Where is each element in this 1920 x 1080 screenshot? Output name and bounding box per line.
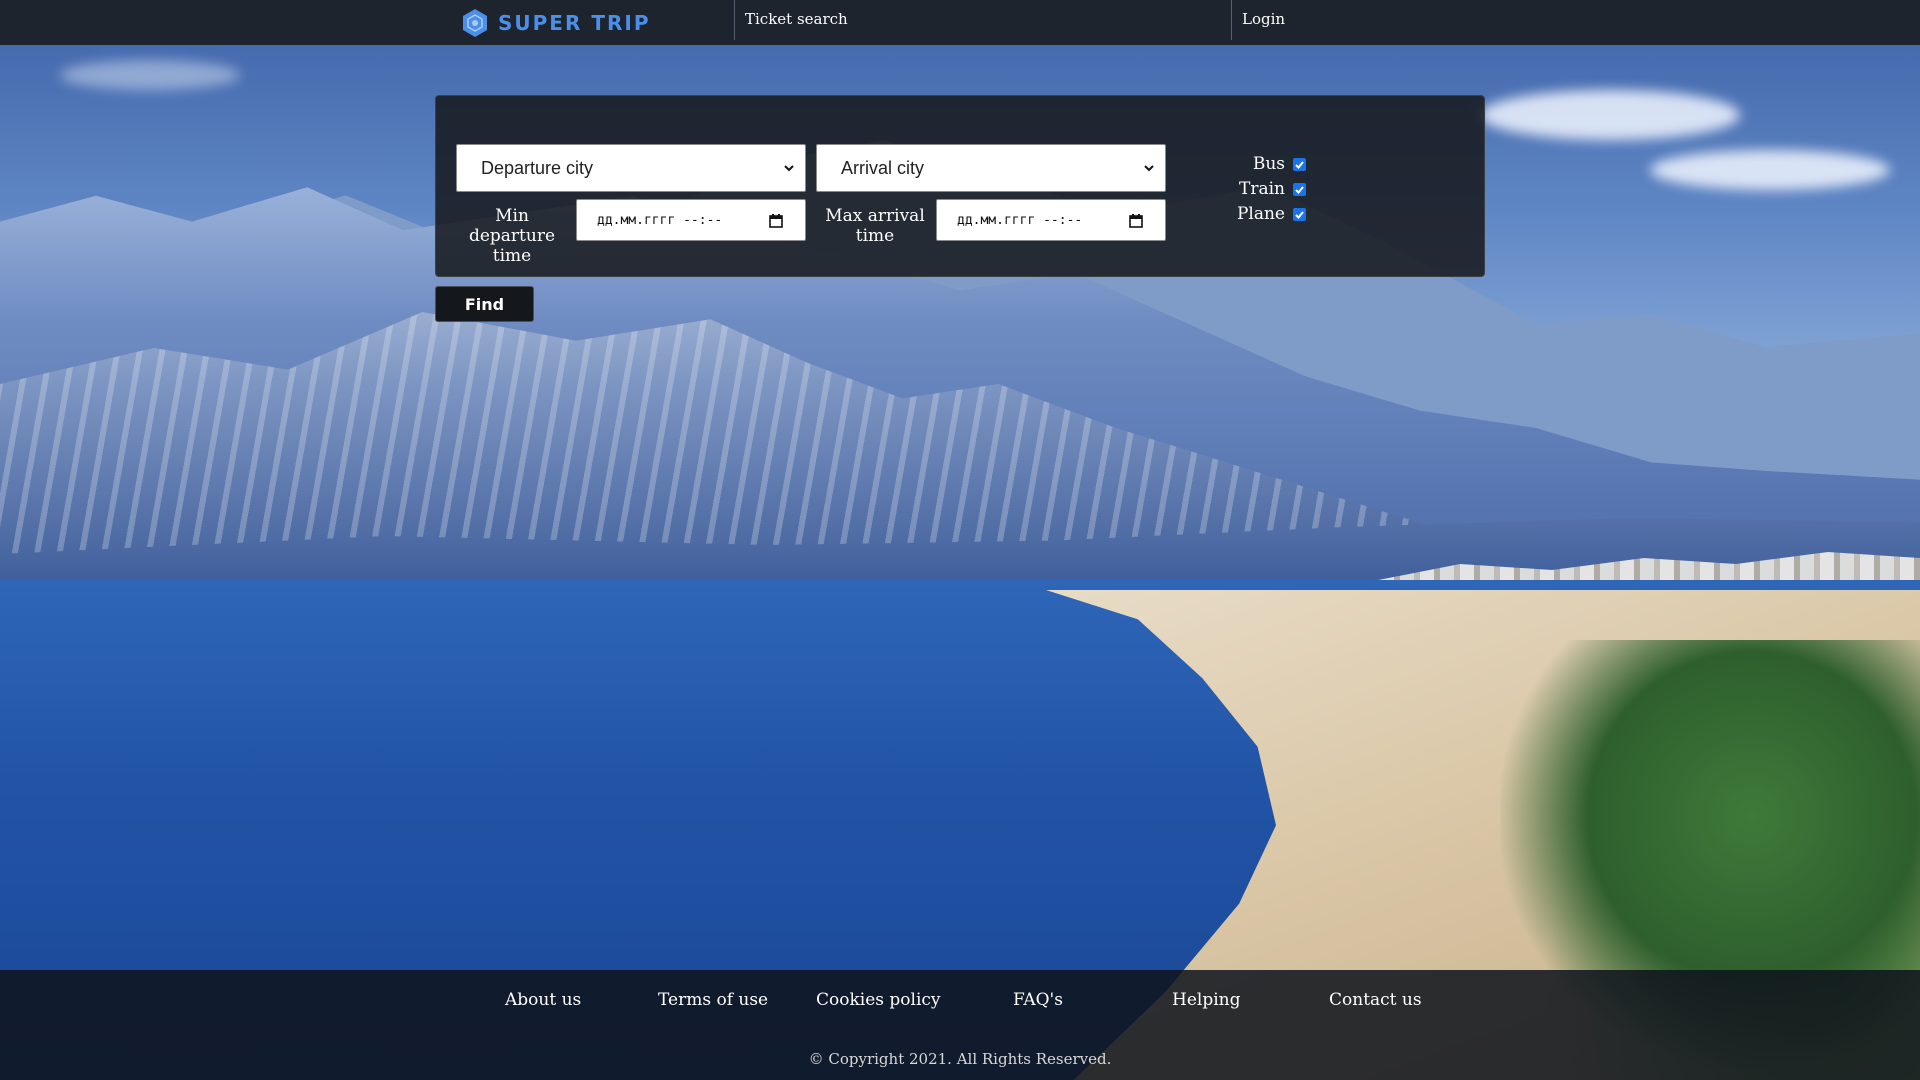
find-button[interactable]: Find — [435, 286, 534, 322]
top-nav-bar: SUPER TRIP Ticket search Login — [0, 0, 1920, 45]
min-departure-input[interactable]: дд.мм.гггг --:-- — [576, 199, 806, 241]
arrival-city-select[interactable]: Arrival city — [816, 144, 1166, 192]
footer-link-about-us[interactable]: About us — [505, 990, 581, 1010]
plane-checkbox[interactable] — [1293, 207, 1306, 221]
departure-city-value: Departure city — [481, 157, 594, 178]
max-arrival-input[interactable]: дд.мм.гггг --:-- — [936, 199, 1166, 241]
footer: About us Terms of use Cookies policy FAQ… — [0, 970, 1920, 1080]
calendar-icon[interactable] — [769, 213, 783, 228]
footer-link-faqs[interactable]: FAQ's — [1013, 990, 1063, 1010]
search-panel: Departure city Arrival city Min departur… — [435, 95, 1485, 277]
nav-divider — [1231, 0, 1232, 40]
max-arrival-label: Max arrival time — [825, 206, 925, 246]
calendar-icon[interactable] — [1129, 213, 1143, 228]
transport-option-train[interactable]: Train — [1226, 178, 1306, 200]
transport-label: Train — [1239, 179, 1285, 199]
cloud — [60, 60, 240, 90]
max-arrival-placeholder: дд.мм.гггг --:-- — [957, 212, 1083, 228]
footer-link-terms-of-use[interactable]: Terms of use — [658, 990, 768, 1010]
transport-option-bus[interactable]: Bus — [1226, 153, 1306, 175]
copyright-text: © Copyright 2021. All Rights Reserved. — [808, 1050, 1112, 1068]
nav-ticket-search[interactable]: Ticket search — [745, 10, 848, 28]
nav-login[interactable]: Login — [1242, 10, 1285, 28]
check-icon — [1295, 160, 1304, 169]
train-checkbox[interactable] — [1293, 182, 1306, 196]
transport-option-plane[interactable]: Plane — [1226, 203, 1306, 225]
check-icon — [1295, 210, 1304, 219]
nav-divider — [734, 0, 735, 40]
min-departure-placeholder: дд.мм.гггг --:-- — [597, 212, 723, 228]
departure-city-select[interactable]: Departure city — [456, 144, 806, 192]
cloud — [1650, 150, 1890, 190]
hexagon-logo-icon — [463, 8, 487, 37]
transport-label: Plane — [1236, 204, 1285, 224]
check-icon — [1295, 185, 1304, 194]
cloud — [1480, 90, 1740, 140]
footer-link-contact-us[interactable]: Contact us — [1329, 990, 1422, 1010]
chevron-down-icon — [784, 165, 794, 172]
transport-label: Bus — [1252, 154, 1285, 174]
min-departure-label: Min departure time — [468, 206, 556, 266]
arrival-city-value: Arrival city — [841, 157, 925, 178]
chevron-down-icon — [1144, 165, 1154, 172]
bus-checkbox[interactable] — [1293, 157, 1306, 171]
footer-link-helping[interactable]: Helping — [1172, 990, 1240, 1010]
footer-link-cookies-policy[interactable]: Cookies policy — [816, 990, 941, 1010]
brand-name: SUPER TRIP — [498, 10, 651, 35]
brand-logo[interactable]: SUPER TRIP — [460, 5, 650, 40]
